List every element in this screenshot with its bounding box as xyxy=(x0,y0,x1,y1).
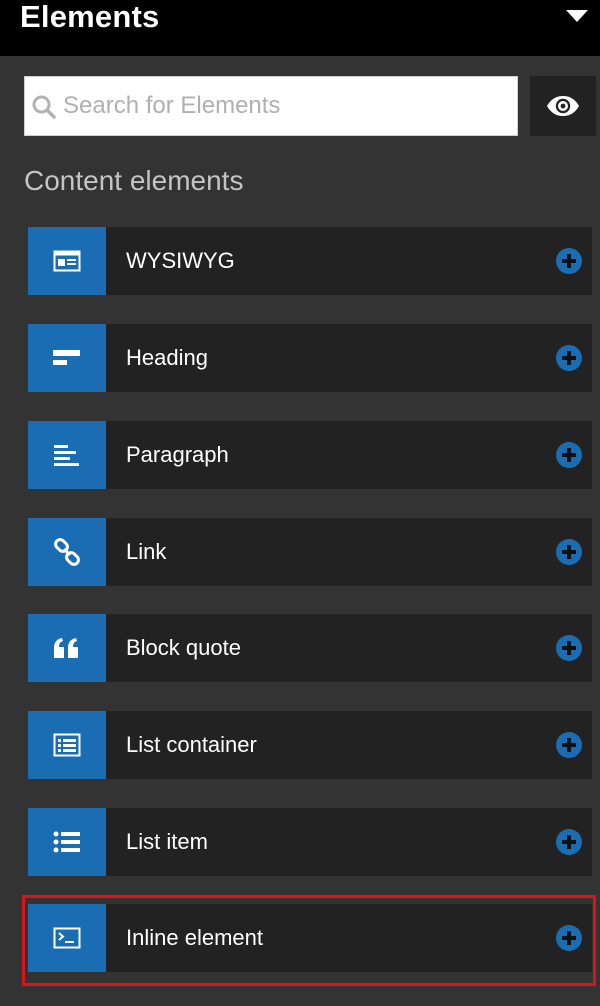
list-container-icon xyxy=(53,733,81,757)
element-icon-box xyxy=(28,421,106,489)
element-label: List container xyxy=(126,732,257,757)
element-item-wysiwyg[interactable]: WYSIWYG xyxy=(28,227,592,295)
inline-element-icon xyxy=(53,927,81,949)
paragraph-icon xyxy=(54,445,79,466)
search-icon xyxy=(32,95,56,119)
add-circle-icon[interactable] xyxy=(556,925,582,951)
add-circle-icon[interactable] xyxy=(556,539,582,565)
element-item-block-quote[interactable]: Block quote xyxy=(28,614,592,682)
element-label: List item xyxy=(126,829,208,854)
search-input[interactable] xyxy=(63,77,503,135)
element-item-list-container[interactable]: List container xyxy=(28,711,592,779)
element-label: Inline element xyxy=(126,925,263,950)
link-icon xyxy=(54,538,80,566)
element-icon-box xyxy=(28,324,106,392)
list-item-icon xyxy=(53,831,80,853)
element-icon-box xyxy=(28,711,106,779)
element-label: Link xyxy=(126,539,167,564)
element-label: Block quote xyxy=(126,635,241,660)
add-circle-icon[interactable] xyxy=(556,345,582,371)
visibility-toggle-button[interactable] xyxy=(530,76,596,136)
panel-header[interactable]: Elements xyxy=(0,0,600,56)
add-circle-icon[interactable] xyxy=(556,732,582,758)
element-icon-box xyxy=(28,904,106,972)
element-item-link[interactable]: Link xyxy=(28,518,592,586)
element-icon-box xyxy=(28,227,106,295)
quote-icon xyxy=(54,638,78,658)
eye-icon xyxy=(547,96,579,116)
search-box[interactable] xyxy=(24,76,518,136)
element-icon-box xyxy=(28,808,106,876)
element-icon-box xyxy=(28,614,106,682)
element-item-inline-element[interactable]: Inline element xyxy=(28,904,592,972)
element-item-paragraph[interactable]: Paragraph xyxy=(28,421,592,489)
heading-icon xyxy=(53,350,80,365)
section-title: Content elements xyxy=(24,165,244,196)
element-item-heading[interactable]: Heading xyxy=(28,324,592,392)
add-circle-icon[interactable] xyxy=(556,829,582,855)
add-circle-icon[interactable] xyxy=(556,248,582,274)
add-circle-icon[interactable] xyxy=(556,635,582,661)
add-circle-icon[interactable] xyxy=(556,442,582,468)
element-icon-box xyxy=(28,518,106,586)
element-label: Heading xyxy=(126,345,208,370)
element-item-list-item[interactable]: List item xyxy=(28,808,592,876)
wysiwyg-icon xyxy=(53,250,81,272)
element-label: Paragraph xyxy=(126,442,229,467)
element-label: WYSIWYG xyxy=(126,248,235,273)
collapse-triangle-icon[interactable] xyxy=(566,10,588,22)
panel-title: Elements xyxy=(20,0,160,34)
